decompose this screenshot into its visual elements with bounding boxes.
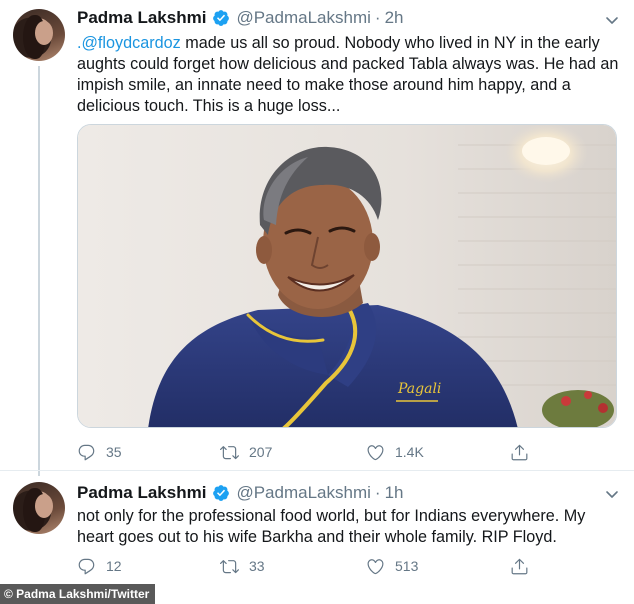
tweet-text: .@floydcardoz made us all so proud. Nobo… (77, 33, 622, 117)
verified-badge-icon (213, 485, 230, 501)
thread-connector-line (38, 66, 40, 476)
avatar[interactable] (13, 482, 65, 534)
retweet-icon (220, 445, 239, 459)
author-handle[interactable]: @PadmaLakshmi (236, 483, 370, 503)
share-button[interactable] (510, 554, 539, 578)
retweet-button[interactable]: 207 (220, 440, 272, 464)
author-name[interactable]: Padma Lakshmi (77, 8, 206, 28)
reply-count: 35 (106, 444, 122, 460)
like-count: 1.4K (395, 444, 424, 460)
tweet-actions: 35 207 1.4K (77, 440, 577, 464)
share-icon (511, 444, 528, 460)
timestamp[interactable]: 1h (385, 483, 404, 503)
tweet-actions: 12 33 513 (77, 554, 577, 578)
tweet-1[interactable]: Padma Lakshmi @PadmaLakshmi · 2h .@floyd… (0, 0, 634, 476)
avatar[interactable] (13, 9, 65, 61)
jacket-embroidery: Pagali (397, 381, 441, 397)
photo-credit: © Padma Lakshmi/Twitter (0, 584, 156, 604)
verified-badge-icon (213, 10, 230, 26)
retweet-count: 207 (249, 444, 273, 460)
reply-icon (78, 558, 95, 574)
author-name[interactable]: Padma Lakshmi (77, 483, 206, 503)
reply-button[interactable]: 35 (77, 440, 122, 464)
chef-photo-illustration: Pagali (78, 125, 616, 427)
retweet-button[interactable]: 33 (220, 554, 265, 578)
tweet-photo[interactable]: Pagali (77, 124, 617, 428)
like-icon (367, 444, 384, 460)
reply-button[interactable]: 12 (77, 554, 122, 578)
share-button[interactable] (510, 440, 539, 464)
like-button[interactable]: 513 (366, 554, 418, 578)
tweet-text: not only for the professional food world… (77, 507, 586, 546)
reply-icon (78, 444, 95, 460)
share-icon (511, 558, 528, 574)
tweet-header: Padma Lakshmi @PadmaLakshmi · 1h (77, 481, 403, 505)
retweet-count: 33 (249, 558, 265, 574)
mention-link[interactable]: .@floydcardoz (77, 34, 181, 52)
like-button[interactable]: 1.4K (366, 440, 424, 464)
chevron-down-icon[interactable] (604, 12, 620, 28)
reply-count: 12 (106, 558, 122, 574)
separator-dot: · (374, 483, 381, 502)
chevron-down-icon[interactable] (604, 486, 620, 502)
like-icon (367, 558, 384, 574)
like-count: 513 (395, 558, 419, 574)
tweet-header: Padma Lakshmi @PadmaLakshmi · 2h (77, 6, 403, 30)
retweet-icon (220, 559, 239, 573)
timestamp[interactable]: 2h (385, 8, 404, 28)
separator-dot: · (374, 8, 381, 27)
author-handle[interactable]: @PadmaLakshmi (236, 8, 370, 28)
